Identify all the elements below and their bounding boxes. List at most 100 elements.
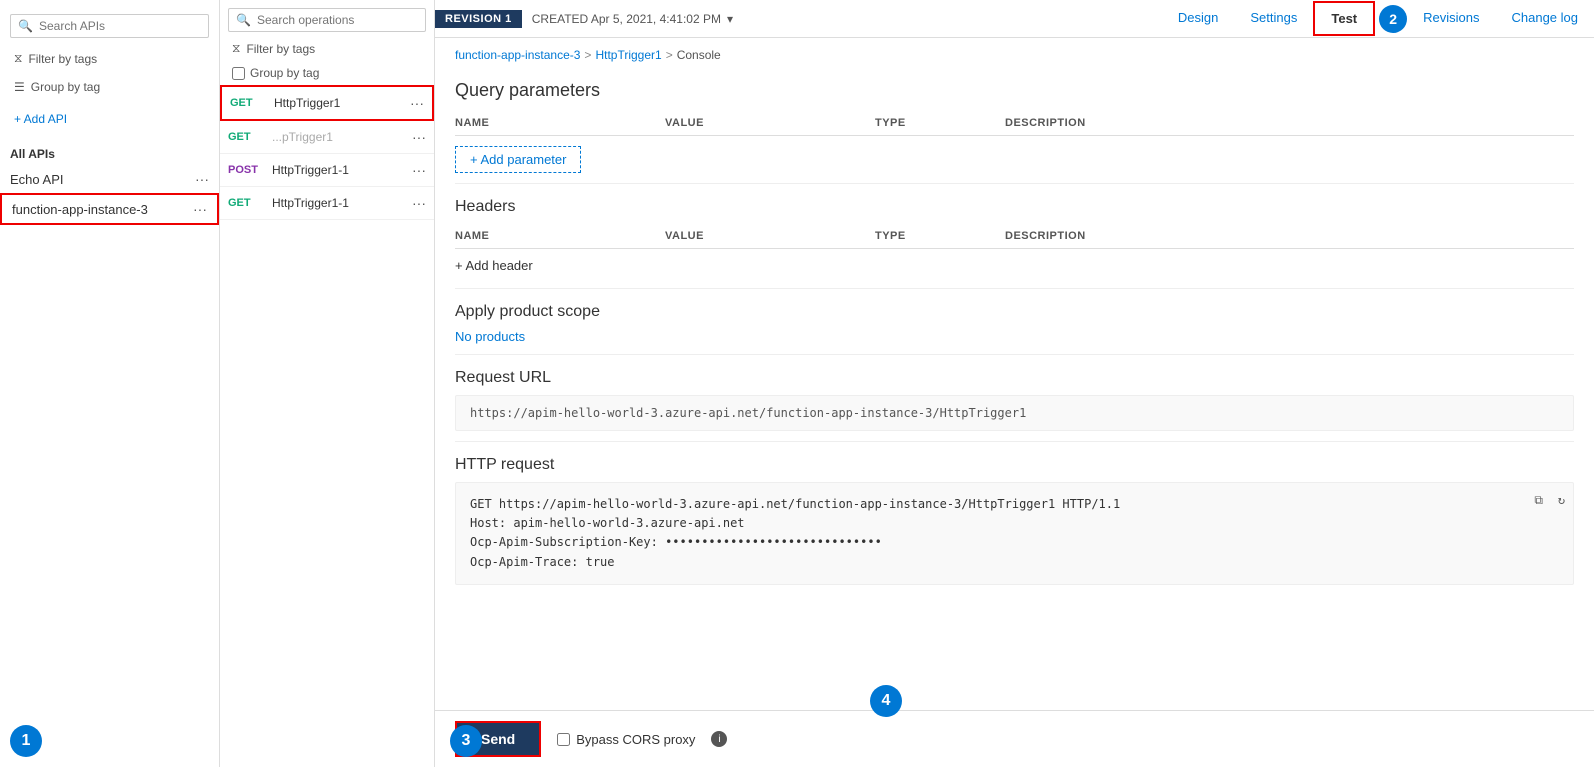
operation-item-2[interactable]: POST HttpTrigger1-1 ··· xyxy=(220,154,434,187)
col-name-qp: NAME xyxy=(455,117,655,129)
sidebar-filter-tags[interactable]: ⧖ Filter by tags xyxy=(10,48,209,69)
refresh-icon[interactable]: ↻ xyxy=(1558,491,1565,510)
breadcrumb: function-app-instance-3 > HttpTrigger1 >… xyxy=(455,38,1574,68)
bypass-cors-text: Bypass CORS proxy xyxy=(576,732,695,747)
api-item-echo[interactable]: Echo API ··· xyxy=(0,165,219,193)
tab-design[interactable]: Design xyxy=(1162,0,1234,37)
ops-group-label: Group by tag xyxy=(250,66,319,80)
tab-settings[interactable]: Settings xyxy=(1234,0,1313,37)
revision-badge: REVISION 1 xyxy=(435,10,522,28)
op-name-3: HttpTrigger1-1 xyxy=(266,196,412,210)
tab-test[interactable]: Test xyxy=(1313,1,1375,36)
api-item-echo-more[interactable]: ··· xyxy=(195,171,209,187)
col-type-qp: TYPE xyxy=(875,117,995,129)
api-item-function-app-more[interactable]: ··· xyxy=(193,201,207,217)
http-line-3: Ocp-Apim-Trace: true xyxy=(470,553,1559,572)
group-by-tag-checkbox[interactable] xyxy=(232,67,245,80)
operation-item-0[interactable]: GET HttpTrigger1 ··· xyxy=(220,85,434,121)
info-icon[interactable]: i xyxy=(711,731,727,747)
ops-filter-label: Filter by tags xyxy=(246,42,315,56)
operation-item-1[interactable]: GET ...pTrigger1 ··· xyxy=(220,121,434,154)
tab-revisions[interactable]: Revisions xyxy=(1407,0,1495,37)
operations-list: GET HttpTrigger1 ··· GET ...pTrigger1 ··… xyxy=(220,85,434,767)
operations-panel: 🔍 ⧖ Filter by tags Group by tag GET Http… xyxy=(220,0,435,767)
all-apis-label: All APIs xyxy=(10,147,209,161)
request-url-box: https://apim-hello-world-3.azure-api.net… xyxy=(455,395,1574,431)
operations-search-input[interactable] xyxy=(228,8,426,32)
divider-1 xyxy=(455,183,1574,184)
op-method-0: GET xyxy=(230,97,268,109)
divider-4 xyxy=(455,441,1574,442)
breadcrumb-console: Console xyxy=(677,48,721,62)
query-params-table-header: NAME VALUE TYPE DESCRIPTION xyxy=(455,111,1574,136)
step-badge-2: 2 xyxy=(1379,5,1407,33)
sidebar-search-container: 🔍 xyxy=(10,14,209,38)
api-item-function-app-name: function-app-instance-3 xyxy=(12,202,193,217)
no-products-text: No products xyxy=(455,329,1574,344)
op-more-0[interactable]: ··· xyxy=(410,95,424,111)
op-more-2[interactable]: ··· xyxy=(412,162,426,178)
sidebar-search-icon: 🔍 xyxy=(18,19,33,33)
operations-group-tag[interactable]: Group by tag xyxy=(228,63,426,83)
filter-icon: ⧖ xyxy=(14,51,22,66)
breadcrumb-api[interactable]: function-app-instance-3 xyxy=(455,48,580,62)
sidebar: 🔍 ⧖ Filter by tags ☰ Group by tag + Add … xyxy=(0,0,220,767)
ops-filter-icon: ⧖ xyxy=(232,41,240,56)
product-scope-title: Apply product scope xyxy=(455,303,1574,321)
col-desc-qp: DESCRIPTION xyxy=(1005,117,1574,129)
op-more-1[interactable]: ··· xyxy=(412,129,426,145)
tab-bar: REVISION 1 CREATED Apr 5, 2021, 4:41:02 … xyxy=(435,0,1594,38)
step-badge-4: 4 xyxy=(870,685,902,717)
op-name-0: HttpTrigger1 xyxy=(268,96,410,110)
api-item-echo-name: Echo API xyxy=(10,172,195,187)
tabs-container: Design Settings Test 2 Revisions Change … xyxy=(1162,0,1594,37)
content-area: function-app-instance-3 > HttpTrigger1 >… xyxy=(435,38,1594,710)
col-value-h: VALUE xyxy=(665,230,865,242)
add-api-button[interactable]: + Add API xyxy=(10,109,209,129)
http-request-title: HTTP request xyxy=(455,456,1574,474)
step-badge-1: 1 xyxy=(10,725,42,757)
op-name-2: HttpTrigger1-1 xyxy=(266,163,412,177)
op-method-1: GET xyxy=(228,131,266,143)
col-name-h: NAME xyxy=(455,230,655,242)
operation-item-3[interactable]: GET HttpTrigger1-1 ··· xyxy=(220,187,434,220)
main-panel: REVISION 1 CREATED Apr 5, 2021, 4:41:02 … xyxy=(435,0,1594,767)
add-parameter-button[interactable]: + Add parameter xyxy=(455,146,581,173)
request-url-title: Request URL xyxy=(455,369,1574,387)
tab-changelog[interactable]: Change log xyxy=(1496,0,1594,37)
http-line-2: Ocp-Apim-Subscription-Key: •••••••••••••… xyxy=(470,533,1559,552)
copy-icon[interactable]: ⧉ xyxy=(1534,491,1543,510)
http-line-0: GET https://apim-hello-world-3.azure-api… xyxy=(470,495,1559,514)
revision-created-text: CREATED Apr 5, 2021, 4:41:02 PM xyxy=(532,12,721,26)
operations-search-container: 🔍 xyxy=(228,8,426,32)
col-desc-h: DESCRIPTION xyxy=(1005,230,1574,242)
col-type-h: TYPE xyxy=(875,230,995,242)
step-badge-3: 3 xyxy=(450,725,482,757)
add-header-button[interactable]: + Add header xyxy=(455,253,533,278)
bottom-bar: 4 Send Bypass CORS proxy i xyxy=(435,710,1594,767)
breadcrumb-operation[interactable]: HttpTrigger1 xyxy=(595,48,661,62)
query-params-title: Query parameters xyxy=(455,80,1574,101)
sidebar-filter-label: Filter by tags xyxy=(28,52,97,66)
sidebar-search-input[interactable] xyxy=(10,14,209,38)
api-item-function-app[interactable]: function-app-instance-3 ··· xyxy=(0,193,219,225)
sidebar-group-label: Group by tag xyxy=(31,80,100,94)
revision-info: CREATED Apr 5, 2021, 4:41:02 PM ▾ xyxy=(532,12,1162,26)
operations-filter-tags[interactable]: ⧖ Filter by tags xyxy=(228,38,426,59)
op-method-3: GET xyxy=(228,197,266,209)
bypass-cors-checkbox[interactable] xyxy=(557,733,570,746)
op-more-3[interactable]: ··· xyxy=(412,195,426,211)
breadcrumb-sep1: > xyxy=(584,48,591,62)
op-name-1: ...pTrigger1 xyxy=(266,130,412,144)
http-line-1: Host: apim-hello-world-3.azure-api.net xyxy=(470,514,1559,533)
sidebar-group-tag[interactable]: ☰ Group by tag xyxy=(10,77,209,97)
group-icon: ☰ xyxy=(14,80,25,94)
divider-3 xyxy=(455,354,1574,355)
divider-2 xyxy=(455,288,1574,289)
revision-chevron[interactable]: ▾ xyxy=(727,12,733,26)
operations-search-icon: 🔍 xyxy=(236,13,251,27)
col-value-qp: VALUE xyxy=(665,117,865,129)
bypass-cors-label[interactable]: Bypass CORS proxy xyxy=(557,732,695,747)
headers-title: Headers xyxy=(455,198,1574,216)
op-method-2: POST xyxy=(228,164,266,176)
